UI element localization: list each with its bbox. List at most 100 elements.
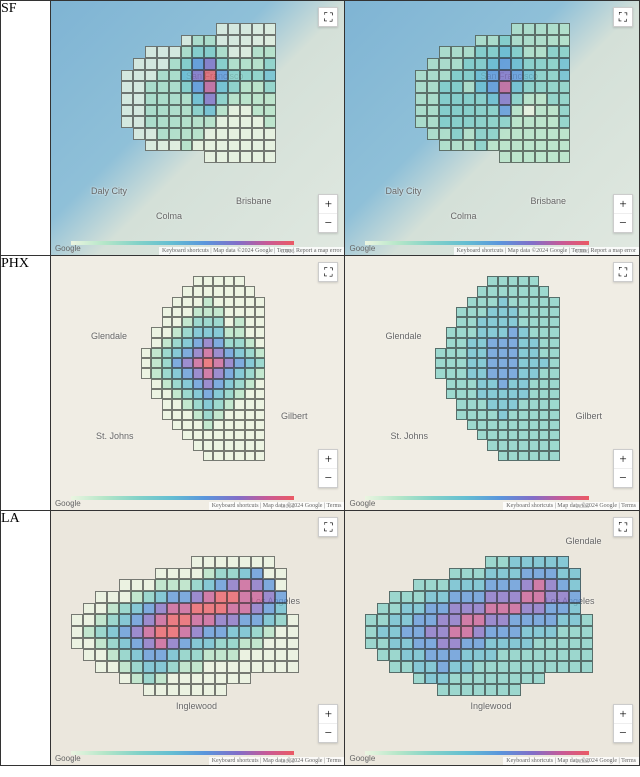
heatmap-cell bbox=[203, 286, 213, 296]
heatmap-cell bbox=[95, 684, 107, 696]
heatmap-cell bbox=[539, 358, 549, 368]
heatmap-cell bbox=[377, 626, 389, 638]
heatmap-cell bbox=[240, 93, 252, 105]
heatmap-cell bbox=[145, 46, 157, 58]
heatmap-cell bbox=[107, 649, 119, 661]
heatmap-cell bbox=[487, 116, 499, 128]
heatmap-cell bbox=[143, 556, 155, 568]
heatmap-cell bbox=[467, 358, 477, 368]
heatmap-cell bbox=[499, 35, 511, 47]
fullscreen-button[interactable]: ⛶ bbox=[318, 262, 338, 282]
heatmap-cell bbox=[83, 684, 95, 696]
map-panel: GlendaleGilbertSt. Johns ⛶ + − Google Ke… bbox=[345, 256, 639, 510]
heatmap-cell bbox=[287, 626, 299, 638]
heatmap-cell bbox=[518, 276, 528, 286]
fullscreen-button[interactable]: ⛶ bbox=[318, 517, 338, 537]
heatmap-cell bbox=[151, 286, 161, 296]
heatmap-cell bbox=[435, 276, 445, 286]
fullscreen-button[interactable]: ⛶ bbox=[318, 7, 338, 27]
heatmap-cell bbox=[451, 70, 463, 82]
heatmap-cell bbox=[456, 338, 466, 348]
zoom-out-button[interactable]: − bbox=[614, 469, 632, 487]
heatmap-cell bbox=[224, 297, 234, 307]
zoom-in-button[interactable]: + bbox=[614, 705, 632, 724]
heatmap-cell bbox=[213, 410, 223, 420]
heatmap-cell bbox=[145, 70, 157, 82]
heatmap-cell bbox=[216, 151, 228, 163]
heatmap-cell bbox=[234, 420, 244, 430]
heatmap-cell bbox=[529, 338, 539, 348]
zoom-out-button[interactable]: − bbox=[319, 724, 337, 742]
fullscreen-button[interactable]: ⛶ bbox=[613, 262, 633, 282]
zoom-controls: + − bbox=[318, 704, 338, 743]
heatmap-cell bbox=[191, 626, 203, 638]
heatmap-cell bbox=[456, 451, 466, 461]
zoom-in-button[interactable]: + bbox=[614, 450, 632, 469]
zoom-out-button[interactable]: − bbox=[319, 469, 337, 487]
heatmap-cell bbox=[151, 430, 161, 440]
heatmap-cell bbox=[477, 286, 487, 296]
heatmap-cell bbox=[172, 307, 182, 317]
heatmap-cell bbox=[485, 568, 497, 580]
heatmap-cell bbox=[529, 348, 539, 358]
heatmap-cell bbox=[192, 116, 204, 128]
heatmap-cell bbox=[145, 140, 157, 152]
heatmap-cell bbox=[446, 348, 456, 358]
heatmap-cell bbox=[529, 317, 539, 327]
heatmap-cell bbox=[71, 556, 83, 568]
heatmap-cell bbox=[508, 338, 518, 348]
heatmap-cell bbox=[487, 389, 497, 399]
heatmap-cell bbox=[145, 105, 157, 117]
zoom-out-button[interactable]: − bbox=[319, 214, 337, 232]
heatmap-cell bbox=[461, 684, 473, 696]
heatmap-cell bbox=[204, 35, 216, 47]
heatmap-cell bbox=[477, 451, 487, 461]
heatmap-cell bbox=[287, 661, 299, 673]
heatmap-cell bbox=[533, 638, 545, 650]
heatmap-cell bbox=[252, 58, 264, 70]
zoom-out-button[interactable]: − bbox=[614, 724, 632, 742]
heatmap-cell bbox=[523, 105, 535, 117]
heatmap-cell bbox=[467, 399, 477, 409]
zoom-in-button[interactable]: + bbox=[319, 705, 337, 724]
heatmap-cell bbox=[265, 307, 275, 317]
heatmap-cell bbox=[425, 579, 437, 591]
heatmap-cell bbox=[95, 673, 107, 685]
heatmap-cell bbox=[191, 556, 203, 568]
heatmap-cell bbox=[521, 673, 533, 685]
heatmap-cell bbox=[377, 684, 389, 696]
heatmap-cell bbox=[508, 317, 518, 327]
city-label: Inglewood bbox=[470, 701, 511, 711]
zoom-in-button[interactable]: + bbox=[319, 195, 337, 214]
heatmap-cell bbox=[169, 93, 181, 105]
heatmap-cell bbox=[287, 673, 299, 685]
heatmap-cell bbox=[216, 23, 228, 35]
heatmap-cell bbox=[435, 440, 445, 450]
fullscreen-button[interactable]: ⛶ bbox=[613, 7, 633, 27]
zoom-out-button[interactable]: − bbox=[614, 214, 632, 232]
heatmap-cell bbox=[560, 317, 570, 327]
zoom-in-button[interactable]: + bbox=[319, 450, 337, 469]
heatmap-cell bbox=[549, 368, 559, 378]
heatmap-cell bbox=[145, 151, 157, 163]
heatmap-cell bbox=[228, 116, 240, 128]
zoom-in-button[interactable]: + bbox=[614, 195, 632, 214]
heatmap-cell bbox=[213, 368, 223, 378]
heatmap-cell bbox=[172, 451, 182, 461]
heatmap-cell bbox=[227, 661, 239, 673]
heatmap-cell bbox=[121, 105, 133, 117]
heatmap-cell bbox=[141, 451, 151, 461]
heatmap-cell bbox=[427, 81, 439, 93]
heatmap-cell bbox=[251, 626, 263, 638]
heatmap-cell bbox=[547, 128, 559, 140]
heatmap-cell bbox=[487, 410, 497, 420]
heatmap-cell bbox=[451, 35, 463, 47]
heatmap-cell bbox=[224, 327, 234, 337]
heatmap-cell bbox=[475, 81, 487, 93]
heatmap-cell bbox=[287, 579, 299, 591]
heatmap-cell bbox=[264, 140, 276, 152]
heatmap-cell bbox=[227, 638, 239, 650]
fullscreen-button[interactable]: ⛶ bbox=[613, 517, 633, 537]
heatmap-cell bbox=[276, 276, 286, 286]
heatmap-cell bbox=[508, 399, 518, 409]
